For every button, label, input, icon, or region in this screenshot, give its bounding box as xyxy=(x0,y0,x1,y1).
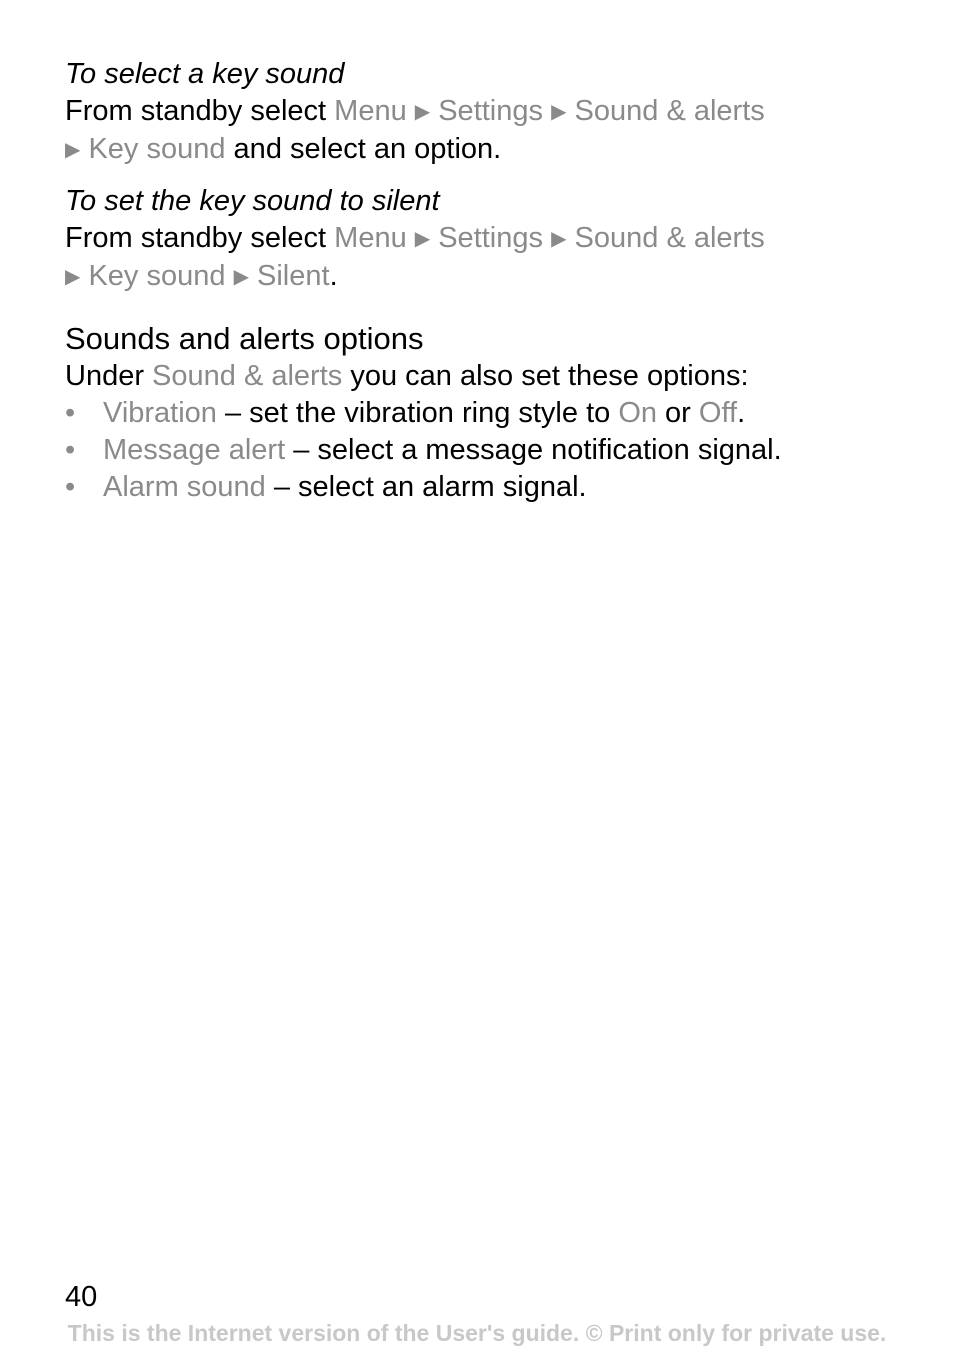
instruction: From standby select Menu ▶ Settings ▶ So… xyxy=(65,222,765,292)
list-item: • Vibration – set the vibration ring styl… xyxy=(65,395,925,432)
list-item: • Alarm sound – select an alarm signal. xyxy=(65,469,925,506)
arrow-icon: ▶ xyxy=(65,266,81,288)
bullet-icon: • xyxy=(65,471,76,503)
section-key-sound-silent: To set the key sound to silent From stan… xyxy=(65,183,925,296)
menu-path-item: Key sound xyxy=(88,260,226,292)
footer-notice: This is the Internet version of the User… xyxy=(67,1320,887,1346)
arrow-icon: ▶ xyxy=(414,101,431,123)
menu-path-item: Sound & alerts xyxy=(574,222,765,254)
instruction: From standby select Menu ▶ Settings ▶ So… xyxy=(65,95,765,165)
arrow-icon: ▶ xyxy=(551,101,567,123)
page-number: 40 xyxy=(65,1281,98,1313)
section-heading: Sounds and alerts options xyxy=(65,321,424,356)
list-item: • Message alert – select a message notifi… xyxy=(65,432,925,469)
options-list: • Vibration – set the vibration ring styl… xyxy=(65,395,925,506)
menu-path-item: Menu xyxy=(334,95,407,127)
section-title: To select a key sound xyxy=(65,58,345,90)
menu-path-item: Menu xyxy=(334,222,407,254)
menu-path-item: Settings xyxy=(438,222,544,254)
bullet-icon: • xyxy=(65,434,76,466)
arrow-icon: ▶ xyxy=(551,228,567,250)
section-title: To set the key sound to silent xyxy=(65,185,440,217)
intro-text: Under Sound & alerts you can also set th… xyxy=(65,360,749,392)
section-sounds-alerts-options: Sounds and alerts options Under Sound & … xyxy=(65,320,925,506)
arrow-icon: ▶ xyxy=(414,228,431,250)
menu-path-item: Settings xyxy=(438,95,544,127)
menu-path-item: Silent xyxy=(257,260,330,292)
menu-path-item: Sound & alerts xyxy=(574,95,765,127)
arrow-icon: ▶ xyxy=(233,266,249,288)
menu-path-item: Key sound xyxy=(88,133,226,165)
arrow-icon: ▶ xyxy=(65,139,81,161)
section-select-key-sound: To select a key sound From standby selec… xyxy=(65,56,925,169)
bullet-icon: • xyxy=(65,397,76,429)
